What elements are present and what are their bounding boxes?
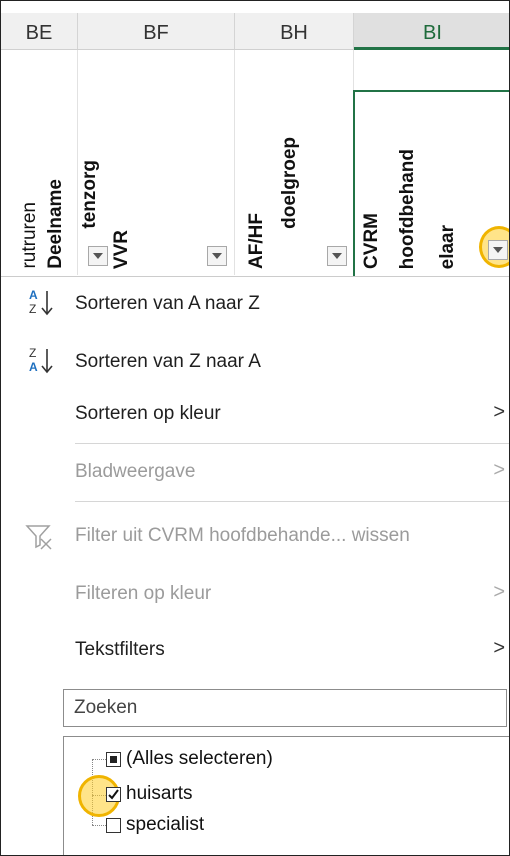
clear-filter-icon: [25, 525, 52, 550]
tree-connector: [92, 759, 106, 760]
header-hoofdbehand: hoofdbehand: [397, 148, 418, 269]
column-header-bh[interactable]: BH: [235, 13, 354, 49]
menu-item-sort-za[interactable]: Sorteren van Z naar A: [75, 351, 261, 373]
filter-dropdown-button-active[interactable]: [488, 240, 508, 260]
menu-separator: [75, 501, 509, 502]
header-elaar: elaar: [437, 224, 458, 269]
screenshot-frame: BE BF BH BI rutruren Deelname tenzorg VV…: [0, 0, 510, 856]
filter-values-list: (Alles selecteren) huisarts specialist: [63, 736, 509, 855]
header-afhf: AF/HF: [246, 213, 267, 269]
filter-dropdown-button[interactable]: [207, 246, 227, 266]
chevron-right-icon: >: [493, 401, 505, 423]
checkmark-icon: [108, 789, 119, 800]
value-label-specialist: specialist: [126, 814, 205, 835]
search-input[interactable]: Zoeken: [63, 689, 507, 727]
column-header-bf[interactable]: BF: [78, 13, 235, 49]
filter-dropdown-button[interactable]: [327, 246, 347, 266]
sheet-header-area: rutruren Deelname tenzorg VVR AF/HF doel…: [1, 50, 509, 277]
header-partial: rutruren: [19, 202, 40, 269]
header-vvr: VVR: [111, 229, 132, 269]
huisarts-checkbox[interactable]: [106, 787, 121, 802]
value-label-select-all: (Alles selecteren): [126, 748, 273, 769]
menu-item-clear-filter: Filter uit CVRM hoofdbehande... wissen: [75, 525, 410, 546]
header-deelname: Deelname: [45, 179, 66, 269]
header-tenzorg: tenzorg: [79, 160, 100, 229]
gridline: [234, 50, 235, 275]
select-all-checkbox[interactable]: [106, 752, 121, 767]
sort-za-icon: Z A: [29, 346, 53, 374]
menu-item-filter-by-color: Filteren op kleur: [75, 583, 212, 604]
chevron-right-icon: >: [493, 637, 505, 659]
column-header-row: BE BF BH BI: [1, 13, 509, 50]
partial-mark-icon: [110, 756, 117, 763]
value-label-huisarts: huisarts: [126, 783, 193, 804]
menu-item-sort-az[interactable]: Sorteren van A naar Z: [75, 293, 260, 315]
menu-item-sort-by-color[interactable]: Sorteren op kleur: [75, 403, 221, 425]
svg-text:Z: Z: [29, 346, 36, 360]
column-header-bi[interactable]: BI: [354, 13, 509, 50]
menu-item-text-filters[interactable]: Tekstfilters: [75, 639, 165, 661]
svg-text:A: A: [29, 288, 38, 302]
chevron-right-icon: >: [493, 581, 505, 603]
specialist-checkbox[interactable]: [106, 818, 121, 833]
filter-dropdown-button[interactable]: [88, 246, 108, 266]
header-cvrm: CVRM: [361, 213, 382, 269]
svg-text:A: A: [29, 360, 38, 374]
menu-item-sheet-view: Bladweergave: [75, 461, 196, 482]
tree-connector: [92, 825, 106, 826]
header-doelgroep: doelgroep: [279, 137, 300, 229]
column-header-be[interactable]: BE: [1, 13, 78, 49]
svg-text:Z: Z: [29, 302, 36, 316]
menu-separator: [75, 443, 509, 444]
sort-az-icon: A Z: [29, 288, 53, 316]
gridline: [77, 50, 78, 275]
chevron-right-icon: >: [493, 459, 505, 481]
autofilter-menu: A Z Sorteren van A naar Z Z A Sorteren v…: [1, 276, 509, 855]
